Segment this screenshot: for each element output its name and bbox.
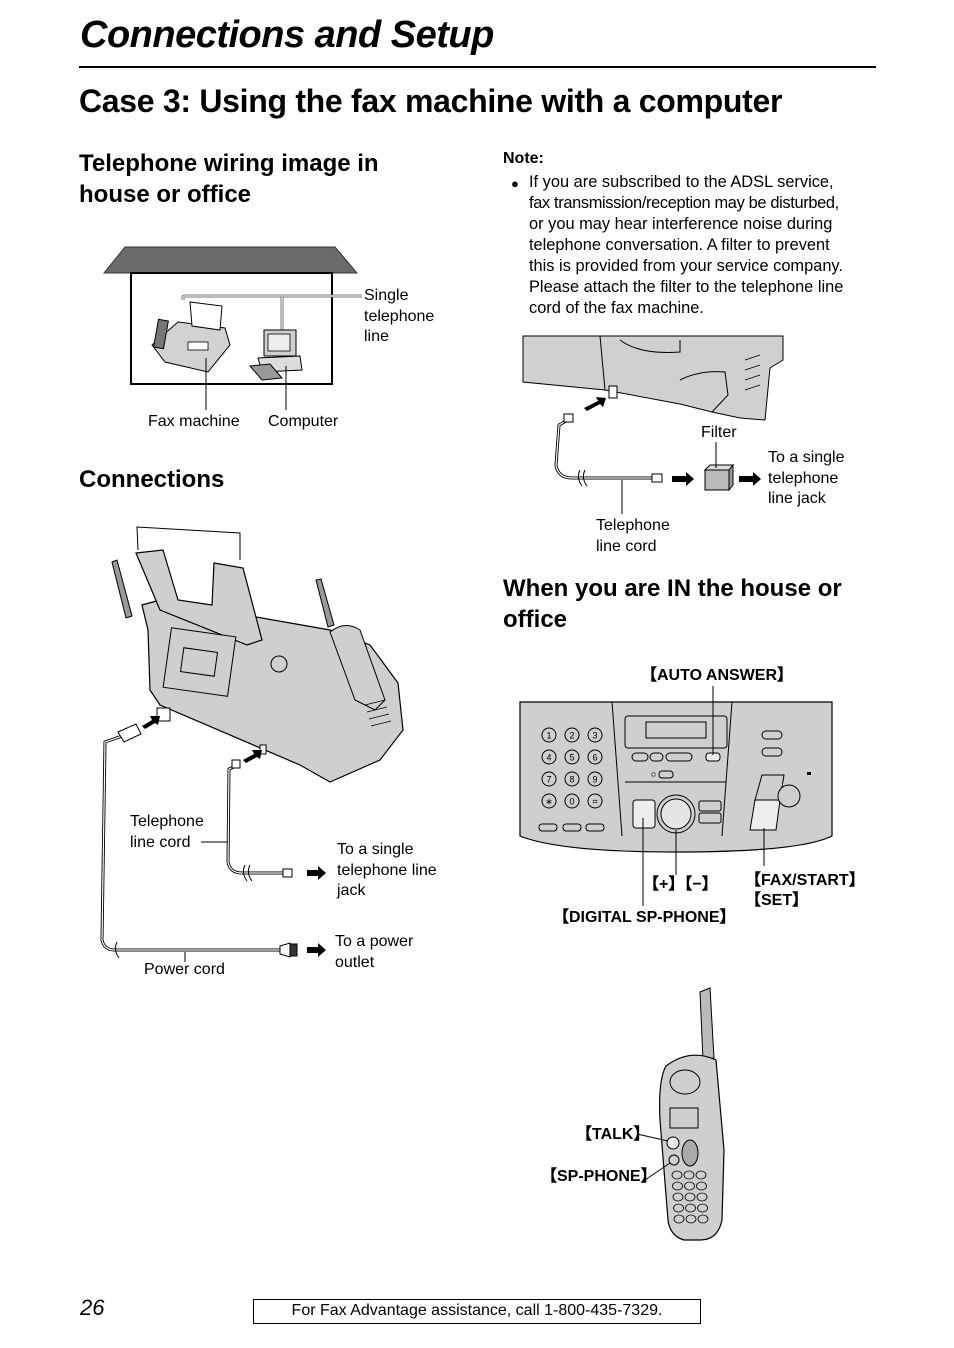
talk-button: [666, 1136, 680, 1150]
handset-key: [683, 1170, 695, 1180]
handset-key: [672, 1181, 683, 1191]
handset-key: [685, 1203, 696, 1213]
handset-key: [684, 1181, 695, 1191]
talk-label: 【TALK】: [576, 1126, 650, 1143]
handset-key: [671, 1170, 683, 1180]
assistance-box: For Fax Advantage assistance, call 1-800…: [253, 1299, 701, 1324]
sp-phone-label: 【SP-PHONE】: [541, 1168, 657, 1185]
handset-key: [684, 1192, 696, 1202]
handset-key: [696, 1192, 708, 1202]
page-number: 26: [80, 1295, 105, 1320]
sp-phone-button: [668, 1154, 680, 1166]
handset-key: [697, 1203, 708, 1213]
antenna: [699, 987, 715, 1061]
handset-keypad: [671, 1170, 709, 1224]
handset-key: [672, 1192, 684, 1202]
handset-key: [697, 1214, 709, 1224]
handset-key: [695, 1170, 707, 1180]
handset-diagram: [636, 987, 725, 1241]
handset-key: [673, 1203, 684, 1213]
handset-key: [685, 1214, 697, 1224]
cordless-handset-illustration: [659, 987, 725, 1241]
handset-key: [673, 1214, 685, 1224]
handset-key: [696, 1181, 707, 1191]
